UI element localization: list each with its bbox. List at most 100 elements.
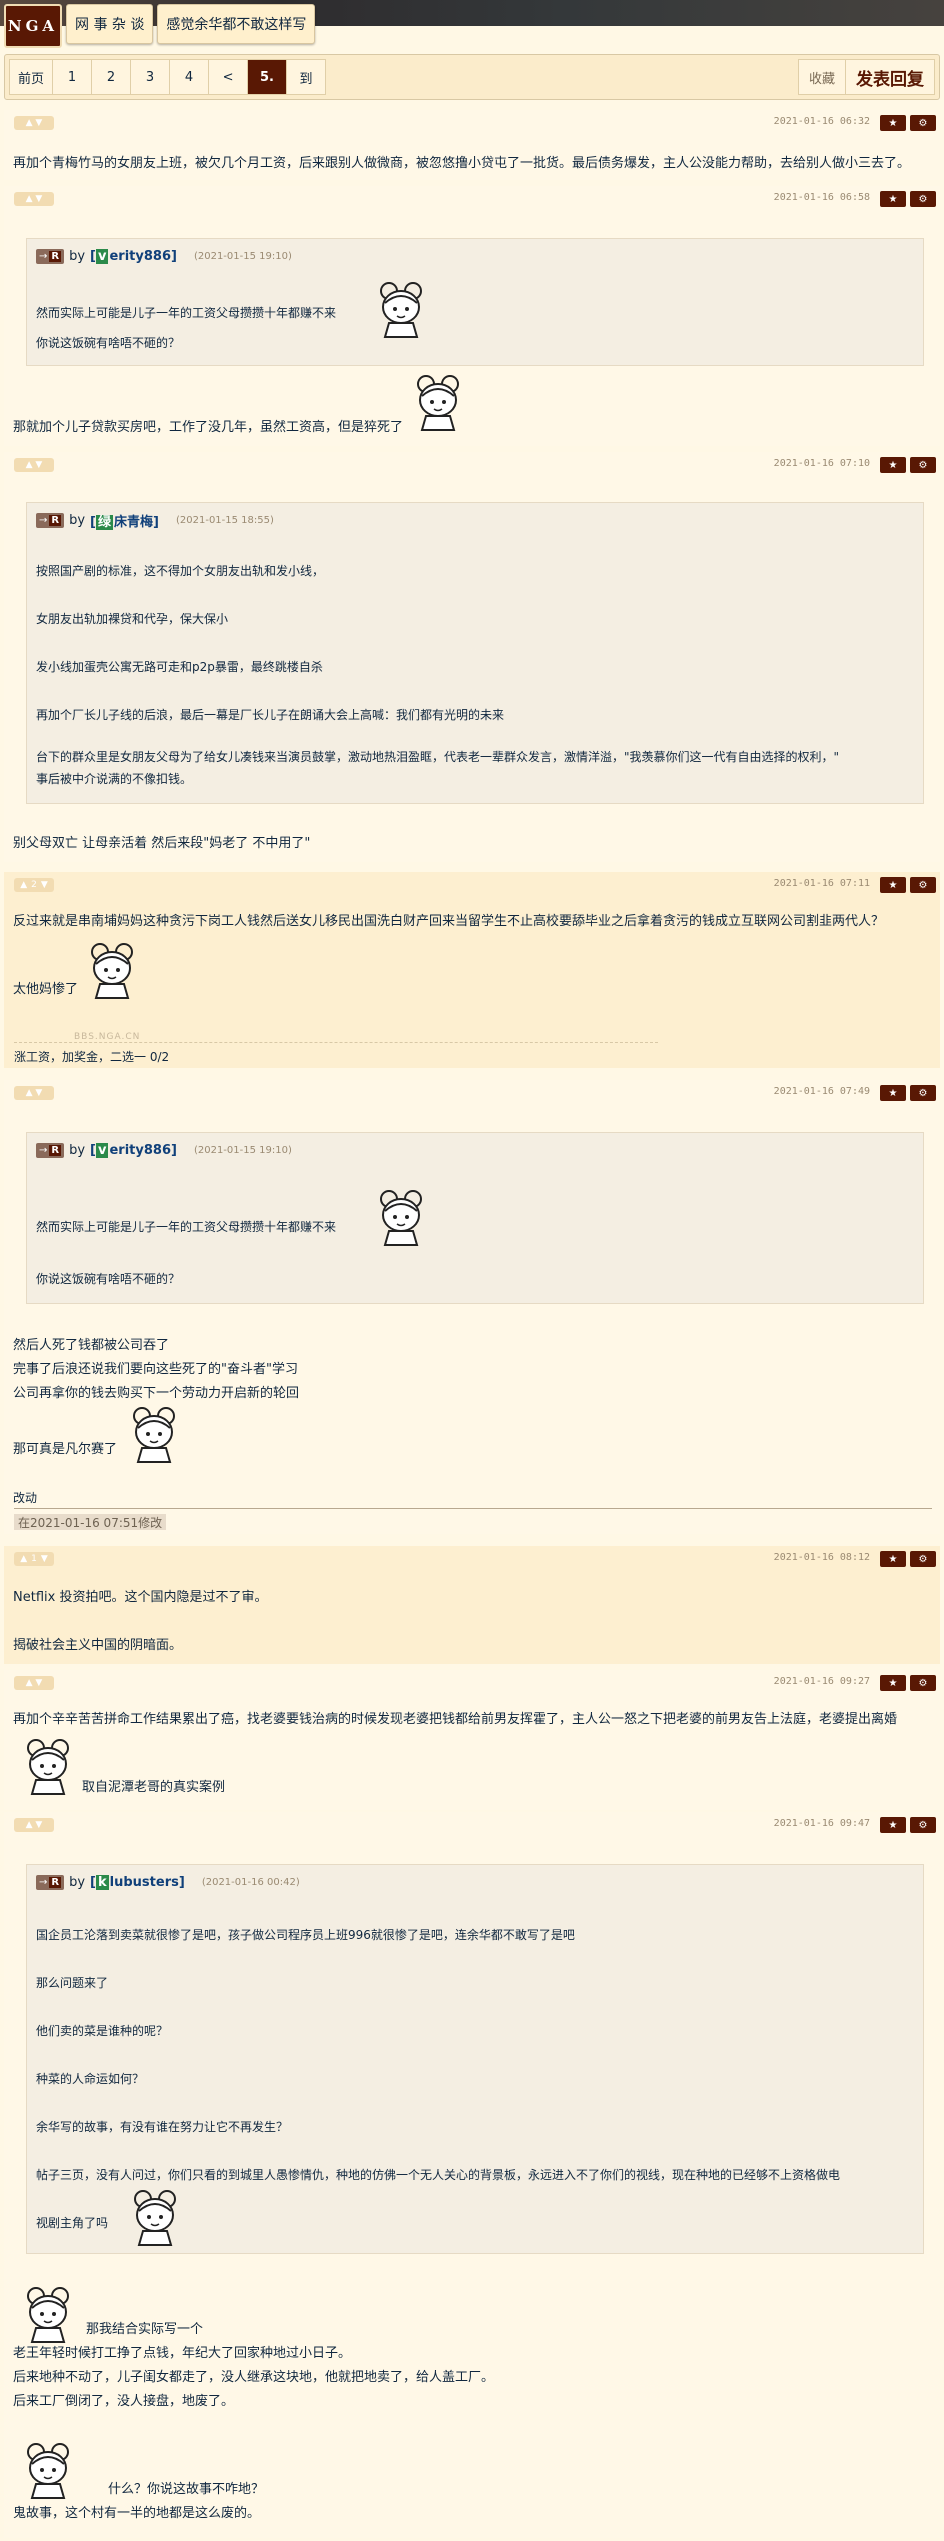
breadcrumb-forum[interactable]: 网 事 杂 谈 xyxy=(66,4,154,44)
star-icon[interactable]: ★ xyxy=(880,1817,906,1833)
vote-buttons[interactable]: ▲ ▼ xyxy=(14,458,54,472)
quote-text: 国企员工沦落到卖菜就很惨了是吧，孩子做公司程序员上班996就很惨了是吧，连余华都… xyxy=(36,1928,575,1942)
post: ▲ ▼ 2021-01-16 09:27 ★ ⚙ 再加个辛辛苦苦拼命工作结果累出… xyxy=(4,1670,940,1810)
post-text: 鬼故事，这个村有一半的地都是这么废的。 xyxy=(13,2506,261,2521)
post-text: 再加个青梅竹马的女朋友上班，被欠几个月工资，后来跟别人做微商，被忽悠撸小贷屯了一… xyxy=(13,156,911,171)
star-icon[interactable]: ★ xyxy=(880,1551,906,1567)
quote-block: → R by [v erity886] (2021-01-15 19:10) 然而实… xyxy=(26,238,924,366)
post-text: 完事了后浪还说我们要向这些死了的"奋斗者"学习 xyxy=(13,1362,298,1377)
signature-text: 涨工资，加奖金，二选一 0/2 xyxy=(14,1050,170,1064)
reply-tag[interactable]: → R xyxy=(36,248,65,264)
quote-text: 事后被中介说满的不像扣钱。 xyxy=(36,772,193,786)
favorite-button[interactable]: 收藏 xyxy=(797,59,846,95)
vote-count[interactable]: ▲ 1 ▼ xyxy=(14,1552,54,1566)
page-4-button[interactable]: 4 xyxy=(169,59,210,95)
vote-buttons[interactable]: ▲ ▼ xyxy=(14,192,54,206)
page-3-button[interactable]: 3 xyxy=(130,59,171,95)
gear-icon[interactable]: ⚙ xyxy=(910,1085,936,1101)
quote-text: 余华写的故事，有没有谁在努力让它不再发生？ xyxy=(36,2120,289,2134)
post-time: 2021-01-16 06:32 xyxy=(773,116,870,127)
star-icon[interactable]: ★ xyxy=(880,191,906,207)
gear-icon[interactable]: ⚙ xyxy=(910,457,936,473)
quote-text: 你说这饭碗有啥唔不砸的？ xyxy=(36,336,181,350)
post-text: 什么？你说这故事不咋地？ xyxy=(108,2482,265,2497)
post-text: 然后人死了钱都被公司吞了 xyxy=(13,1338,170,1353)
post-reply-button[interactable]: 发表回复 xyxy=(845,59,935,95)
sticker-icon xyxy=(404,368,470,434)
star-icon[interactable]: ★ xyxy=(880,115,906,131)
breadcrumb-thread[interactable]: 感觉余华都不敢这样写 xyxy=(157,4,316,44)
page-2-button[interactable]: 2 xyxy=(91,59,132,95)
post: ▲ 1 ▼ 2021-01-16 08:12 ★ ⚙ Netflix 投资拍吧。… xyxy=(4,1546,940,1664)
quoted-username[interactable]: [绿床青梅] xyxy=(90,511,159,530)
reply-tag[interactable]: → R xyxy=(36,512,65,528)
gear-icon[interactable]: ⚙ xyxy=(910,115,936,131)
post-time: 2021-01-16 07:49 xyxy=(773,1086,870,1097)
sticker-icon xyxy=(14,2280,80,2346)
quote-text: 帖子三页，没有人问过，你们只看的到城里人愚惨情仇，种地的仿佛一个无人关心的背景板… xyxy=(36,2168,841,2182)
post-text: 再加个辛辛苦苦拼命工作结果累出了癌，找老婆要钱治病的时候发现老婆把钱都给前男友挥… xyxy=(13,1712,898,1727)
quote-text: 那么问题来了 xyxy=(36,1976,109,1990)
page-prev-button[interactable]: < xyxy=(208,59,249,95)
sticker-icon xyxy=(367,275,433,341)
quote-block: → R by [v erity886] (2021-01-15 19:10) 然而实… xyxy=(26,1132,924,1304)
quote-by: by xyxy=(69,1874,86,1890)
quote-text: 种菜的人命运如何？ xyxy=(36,2072,145,2086)
vote-buttons[interactable]: ▲ ▼ xyxy=(14,116,54,130)
post-text: 反过来就是串南埔妈妈这种贪污下岗工人钱然后送女儿移民出国洗白财产回来当留学生不止… xyxy=(13,914,885,929)
post: ▲ ▼ 2021-01-16 07:49 ★ ⚙ → R by [v erity88… xyxy=(4,1080,940,1534)
nga-logo[interactable]: NGA xyxy=(4,4,62,48)
post: ▲ ▼ 2021-01-16 06:58 ★ ⚙ → R by [v erity88… xyxy=(4,186,940,446)
post-text: 太他妈惨了 xyxy=(13,982,79,997)
star-icon[interactable]: ★ xyxy=(880,1085,906,1101)
quote-block: → R by [k lubusters] (2021-01-16 00:42) 国企… xyxy=(26,1864,924,2254)
watermark: BBS.NGA.CN xyxy=(74,1032,141,1042)
post-text: 老王年轻时候打工挣了点钱，年纪大了回家种地过小日子。 xyxy=(13,2346,352,2361)
post-time: 2021-01-16 09:27 xyxy=(773,1676,870,1687)
vote-buttons[interactable]: ▲ ▼ xyxy=(14,1086,54,1100)
quote-block: → R by [绿床青梅] (2021-01-15 18:55) 按照国产剧的标准… xyxy=(26,502,924,804)
post-time: 2021-01-16 09:47 xyxy=(773,1818,870,1829)
post-text: 后来地种不动了，儿子闺女都走了，没人继承这块地，他就把地卖了，给人盖工厂。 xyxy=(13,2370,495,2385)
post: ▲ ▼ 2021-01-16 09:47 ★ ⚙ → R by [k lubuste… xyxy=(4,1812,940,2538)
post-text: 那可真是凡尔赛了 xyxy=(13,1442,118,1457)
quote-text: 你说这饭碗有啥唔不砸的？ xyxy=(36,1272,181,1286)
quote-text: 视剧主角了吗 xyxy=(36,2216,109,2230)
post: ▲ ▼ 2021-01-16 07:10 ★ ⚙ → R by [绿床青梅] (2… xyxy=(4,452,940,862)
gear-icon[interactable]: ⚙ xyxy=(910,191,936,207)
sticker-icon xyxy=(14,2436,80,2502)
post-text: 别父母双亡 让母亲活着 然后来段"妈老了 不中用了" xyxy=(13,836,311,851)
page-goto-button[interactable]: 到 xyxy=(286,59,327,95)
quote-time: (2021-01-15 19:10) xyxy=(193,250,292,262)
vote-buttons[interactable]: ▲ ▼ xyxy=(14,1818,54,1832)
gear-icon[interactable]: ⚙ xyxy=(910,877,936,893)
post-time: 2021-01-16 06:58 xyxy=(773,192,870,203)
quote-text: 台下的群众里是女朋友父母为了给女儿凑钱来当演员鼓掌，激动地热泪盈眶，代表老一辈群… xyxy=(36,750,840,764)
sticker-icon xyxy=(121,2183,187,2249)
vote-buttons[interactable]: ▲ ▼ xyxy=(14,1676,54,1690)
post-time: 2021-01-16 07:10 xyxy=(773,458,870,469)
sticker-icon xyxy=(367,1183,433,1249)
quote-time: (2021-01-15 19:10) xyxy=(193,1144,292,1156)
star-icon[interactable]: ★ xyxy=(880,457,906,473)
star-icon[interactable]: ★ xyxy=(880,877,906,893)
quote-text: 再加个厂长儿子线的后浪，最后一幕是厂长儿子在朗诵大会上高喊：我们都有光明的未来 xyxy=(36,708,505,722)
quoted-username[interactable]: [k lubusters] xyxy=(90,1874,185,1890)
edit-time: 在2021-01-16 07:51修改 xyxy=(14,1514,167,1530)
reply-tag[interactable]: → R xyxy=(36,1874,65,1890)
breadcrumb: NGA 网 事 杂 谈 感觉余华都不敢这样写 xyxy=(4,4,316,48)
vote-count[interactable]: ▲ 2 ▼ xyxy=(14,878,54,892)
gear-icon[interactable]: ⚙ xyxy=(910,1551,936,1567)
page-1-button[interactable]: 1 xyxy=(52,59,93,95)
edit-divider xyxy=(14,1508,932,1509)
star-icon[interactable]: ★ xyxy=(880,1675,906,1691)
quoted-username[interactable]: [v erity886] xyxy=(90,1142,177,1158)
reply-tag[interactable]: → R xyxy=(36,1142,65,1158)
gear-icon[interactable]: ⚙ xyxy=(910,1675,936,1691)
post: ▲ ▼ 2021-01-16 06:32 ★ ⚙ 再加个青梅竹马的女朋友上班，被… xyxy=(4,110,940,180)
signature-divider xyxy=(14,1042,658,1043)
quoted-username[interactable]: [v erity886] xyxy=(90,248,177,264)
gear-icon[interactable]: ⚙ xyxy=(910,1817,936,1833)
page-first-button[interactable]: 前页 xyxy=(9,59,54,95)
post-text: 揭破社会主义中国的阴暗面。 xyxy=(13,1638,183,1653)
